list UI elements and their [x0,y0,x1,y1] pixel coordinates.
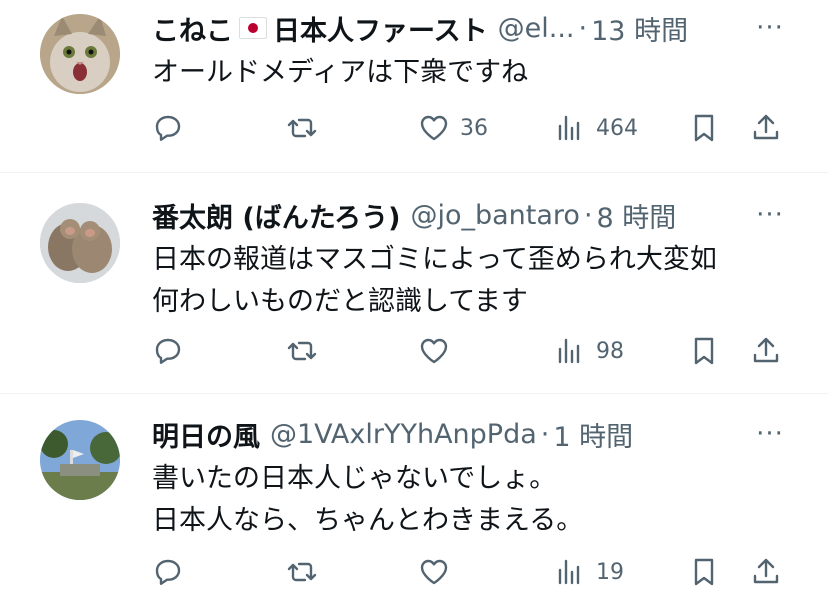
tweet-text-line: 日本人なら、ちゃんとわきまえる。 [152,505,584,536]
user-handle[interactable]: @el... [498,13,575,44]
reply-icon [155,338,181,364]
share-icon [753,558,779,584]
tweet-header: こねこ 日本人ファースト @el... · 13 時間 [152,10,768,47]
share-icon [753,337,779,363]
display-name-suffix[interactable]: 日本人ファースト [273,10,488,47]
heart-icon [420,338,448,364]
separator: · [583,199,593,231]
retweet-icon [287,562,317,582]
views-button[interactable]: 464 [554,106,638,150]
avatar[interactable] [40,14,120,94]
bookmark-icon [694,558,714,586]
tweet[interactable]: 明日の風 @1VAxlrYYhAnpPda · 1 時間 ··· 書いたの日本人… [0,394,828,610]
tweet-text-line: 何わしいものだと認識してます [152,286,528,317]
bookmark-button[interactable] [688,550,720,594]
more-options-icon[interactable]: ··· [752,10,788,46]
user-handle[interactable]: @1VAxlrYYhAnpPda [270,419,537,450]
more-options-icon[interactable]: ··· [752,416,788,452]
retweet-button[interactable] [286,106,318,150]
tweet-text: オールドメディアは下衆ですね [152,52,788,94]
bookmark-button[interactable] [688,106,720,150]
timestamp[interactable]: 8 時間 [597,197,677,234]
analytics-icon [558,338,580,364]
reply-icon [155,559,181,585]
action-bar: 36 464 [152,106,788,150]
tweet-text-line: オールドメディアは下衆ですね [152,57,529,88]
views-button[interactable]: 98 [554,329,624,373]
analytics-icon [558,559,580,585]
views-count: 464 [596,115,638,141]
reply-button[interactable] [152,106,184,150]
japan-flag-icon [239,17,267,39]
retweet-icon [287,341,317,361]
cat-avatar-icon [40,14,120,94]
reply-icon [155,115,181,141]
analytics-icon [558,115,580,141]
display-name[interactable]: こねこ [152,10,233,47]
monkeys-avatar-icon [40,203,120,283]
reply-button[interactable] [152,329,184,373]
bookmark-icon [694,337,714,365]
tweet-text-line: 書いたの日本人じゃないでしょ。 [152,463,557,494]
heart-icon [420,115,448,141]
tweet-text: 日本の報道はマスゴミによって歪められ大変如 何わしいものだと認識してます [152,239,788,323]
reply-button[interactable] [152,550,184,594]
bookmark-icon [694,114,714,142]
like-button[interactable] [418,550,450,594]
action-bar: 19 [152,550,788,594]
like-button[interactable] [418,329,450,373]
landscape-avatar-icon [40,420,120,500]
timestamp[interactable]: 13 時間 [591,10,688,47]
bookmark-button[interactable] [688,329,720,373]
heart-icon [420,559,448,585]
avatar[interactable] [40,203,120,283]
share-button[interactable] [750,106,782,150]
share-button[interactable] [750,550,782,594]
display-name[interactable]: 明日の風 [152,416,260,453]
share-button[interactable] [750,329,782,373]
display-name[interactable]: 番太朗 (ばんたろう) [152,197,400,234]
retweet-button[interactable] [286,329,318,373]
more-options-icon[interactable]: ··· [752,197,788,233]
user-handle[interactable]: @jo_bantaro [410,200,579,231]
tweet[interactable]: こねこ 日本人ファースト @el... · 13 時間 ··· オールドメディア… [0,0,828,173]
avatar[interactable] [40,420,120,500]
share-icon [753,114,779,140]
separator: · [540,418,550,450]
timestamp[interactable]: 1 時間 [553,416,633,453]
tweet-header: 番太朗 (ばんたろう) @jo_bantaro · 8 時間 [152,197,768,234]
retweet-icon [287,118,317,138]
retweet-button[interactable] [286,550,318,594]
tweet-header: 明日の風 @1VAxlrYYhAnpPda · 1 時間 [152,416,768,453]
timeline: こねこ 日本人ファースト @el... · 13 時間 ··· オールドメディア… [0,0,828,610]
tweet-text-line: 日本の報道はマスゴミによって歪められ大変如 [152,244,717,275]
separator: · [578,12,588,44]
views-count: 19 [596,559,624,585]
tweet[interactable]: 番太朗 (ばんたろう) @jo_bantaro · 8 時間 ··· 日本の報道… [0,173,828,394]
views-button[interactable]: 19 [554,550,624,594]
like-button[interactable]: 36 [418,106,488,150]
views-count: 98 [596,338,624,364]
like-count: 36 [460,115,488,141]
action-bar: 98 [152,329,788,373]
tweet-text: 書いたの日本人じゃないでしょ。 日本人なら、ちゃんとわきまえる。 [152,458,788,542]
